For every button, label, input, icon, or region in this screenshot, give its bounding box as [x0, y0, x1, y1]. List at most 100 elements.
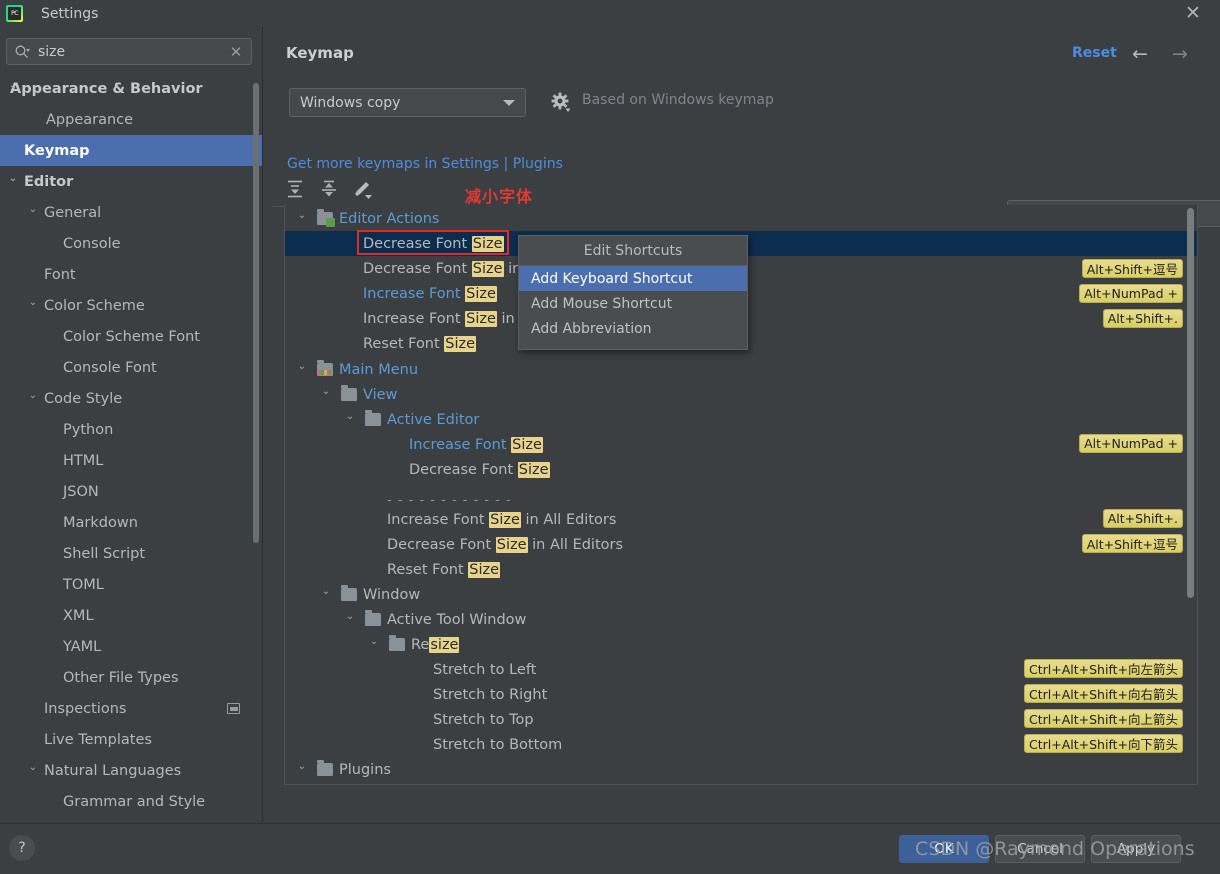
chevron-down-icon[interactable]: ⌄	[295, 762, 309, 772]
arrow-right-icon[interactable]: →	[1172, 43, 1188, 65]
search-match-highlight: Size	[489, 511, 521, 528]
shortcut-badge: Ctrl+Alt+Shift+向下箭头	[1024, 734, 1183, 753]
sidebar-item-keymap[interactable]: Keymap	[0, 135, 262, 166]
sidebar-item-label: Live Templates	[44, 731, 152, 748]
gear-icon[interactable]	[550, 91, 572, 113]
expand-all-icon[interactable]	[284, 178, 306, 200]
search-icon	[14, 44, 30, 60]
keymap-row-view[interactable]: ⌄ View	[285, 382, 1197, 407]
keymap-row-label: Resize	[411, 636, 460, 653]
keymap-row-label: Plugins	[339, 761, 391, 778]
sidebar-item-yaml[interactable]: YAML	[0, 631, 262, 662]
search-match-highlight: Size	[495, 536, 528, 553]
keymap-row-label: Stretch to Right	[433, 686, 548, 703]
sidebar-item-inspections[interactable]: Inspections	[0, 693, 262, 724]
close-icon[interactable]: ✕	[1180, 1, 1206, 25]
dialog-footer: ? OK Cancel Apply	[0, 823, 1220, 874]
clear-icon[interactable]: ✕	[225, 41, 247, 63]
cancel-button[interactable]: Cancel	[995, 835, 1085, 863]
shortcut-badge: Alt+Shift+逗号	[1081, 534, 1183, 553]
chevron-down-icon[interactable]: ⌄	[343, 612, 357, 622]
menu-item-add-mouse-shortcut[interactable]: Add Mouse Shortcut	[519, 291, 747, 316]
chevron-down-icon[interactable]: ⌄	[26, 763, 40, 773]
sidebar-item-python[interactable]: Python	[0, 414, 262, 445]
sidebar-item-xml[interactable]: XML	[0, 600, 262, 631]
keymap-row-main-menu[interactable]: ⌄ Main Menu	[285, 357, 1197, 382]
edit-shortcut-icon[interactable]	[352, 178, 374, 200]
apply-button-label: Apply	[1116, 841, 1156, 857]
chevron-down-icon[interactable]: ⌄	[343, 412, 357, 422]
keymap-row-label: Editor Actions	[339, 210, 440, 227]
sidebar-item-color-scheme-font[interactable]: Color Scheme Font	[0, 321, 262, 352]
based-on-label: Based on Windows keymap	[582, 92, 774, 108]
sidebar-item-console[interactable]: Console	[0, 228, 262, 259]
sidebar-item-json[interactable]: JSON	[0, 476, 262, 507]
folder-icon	[317, 209, 335, 227]
sidebar-item-html[interactable]: HTML	[0, 445, 262, 476]
sidebar-item-label: Editor	[24, 173, 74, 190]
keymap-row-label: Reset Font Size	[363, 335, 477, 352]
sidebar-item-grammar-and-style[interactable]: Grammar and Style	[0, 786, 262, 817]
chevron-down-icon[interactable]: ⌄	[6, 81, 20, 91]
sidebar-item-font[interactable]: Font	[0, 259, 262, 290]
apply-button[interactable]: Apply	[1091, 835, 1181, 863]
sidebar-item-appearance[interactable]: Appearance	[0, 104, 262, 135]
menu-item-label: Add Abbreviation	[531, 320, 652, 337]
keymap-row-active-editor[interactable]: ⌄ Active Editor	[285, 407, 1197, 432]
keymap-row-increase-font-size[interactable]: Increase Font Size	[285, 432, 1197, 457]
sidebar-scrollbar[interactable]	[253, 83, 259, 543]
chevron-down-icon[interactable]: ⌄	[6, 174, 20, 184]
sidebar-item-toml[interactable]: TOML	[0, 569, 262, 600]
collapse-all-icon[interactable]	[318, 178, 340, 200]
sidebar-item-live-templates[interactable]: Live Templates	[0, 724, 262, 755]
sidebar-item-other-file-types[interactable]: Other File Types	[0, 662, 262, 693]
sidebar-item-label: TOML	[63, 576, 104, 593]
keymap-row-decrease-font-size-in-all-editors[interactable]: Decrease Font Size in All Editors	[285, 532, 1197, 557]
keymap-row-label: Increase Font Size	[409, 436, 543, 453]
sidebar-search-box[interactable]: ✕	[6, 38, 252, 65]
chevron-down-icon[interactable]: ⌄	[26, 298, 40, 308]
keymap-row-editor-actions[interactable]: ⌄ Editor Actions	[285, 206, 1197, 231]
help-button[interactable]: ?	[9, 835, 35, 861]
chevron-down-icon[interactable]: ⌄	[26, 205, 40, 215]
chevron-down-icon[interactable]: ⌄	[367, 637, 381, 647]
keymap-row-reset-font-size[interactable]: Reset Font Size	[285, 557, 1197, 582]
ok-button[interactable]: OK	[899, 835, 989, 863]
sidebar-search-input[interactable]	[30, 42, 225, 61]
settings-dialog: PC Settings ✕ ✕ ⌄Appearance & BehaviorAp…	[0, 0, 1220, 874]
keymap-row-window[interactable]: ⌄ Window	[285, 582, 1197, 607]
keymap-row-resize[interactable]: ⌄ Resize	[285, 632, 1197, 657]
keymap-select[interactable]: Windows copy	[289, 88, 526, 117]
menu-item-add-abbreviation[interactable]: Add Abbreviation	[519, 316, 747, 341]
chevron-down-icon[interactable]: ⌄	[319, 387, 333, 397]
sidebar-tree: ⌄ Appearance & Behavior Appearance Keymap ⌄ E…	[0, 73, 262, 817]
keymap-row-plugins[interactable]: ⌄ Plugins	[285, 757, 1197, 782]
sidebar-item-appearance-behavior[interactable]: ⌄ Appearance & Behavior	[0, 73, 262, 104]
chevron-down-icon[interactable]: ⌄	[319, 587, 333, 597]
sidebar-item-console-font[interactable]: Console Font	[0, 352, 262, 383]
sidebar-item-shell-script[interactable]: Shell Script	[0, 538, 262, 569]
arrow-left-icon[interactable]: ←	[1132, 43, 1148, 65]
sidebar-item-color-scheme[interactable]: ⌄ Color Scheme	[0, 290, 262, 321]
reset-button[interactable]: Reset	[1072, 45, 1117, 61]
chevron-down-icon[interactable]: ⌄	[295, 362, 309, 372]
sidebar-item-label: Grammar and Style	[63, 793, 206, 810]
search-match-highlight: Size	[465, 285, 497, 302]
sidebar-item-natural-languages[interactable]: ⌄ Natural Languages	[0, 755, 262, 786]
keymap-row-decrease-font-size[interactable]: Decrease Font Size	[285, 457, 1197, 482]
sidebar-item-markdown[interactable]: Markdown	[0, 507, 262, 538]
keymap-tree-scrollbar[interactable]	[1187, 208, 1194, 598]
sidebar-item-editor[interactable]: ⌄ Editor	[0, 166, 262, 197]
sidebar-item-code-style[interactable]: ⌄ Code Style	[0, 383, 262, 414]
window-title: Settings	[41, 5, 99, 22]
pycharm-logo-icon: PC	[6, 5, 23, 22]
shortcut-badge: Alt+Shift+.	[1102, 509, 1183, 528]
menu-item-add-keyboard-shortcut[interactable]: Add Keyboard Shortcut	[519, 266, 747, 291]
keymap-row-label: Stretch to Bottom	[433, 736, 563, 753]
sidebar-item-general[interactable]: ⌄ General	[0, 197, 262, 228]
keymap-row-active-tool-window[interactable]: ⌄ Active Tool Window	[285, 607, 1197, 632]
chevron-down-icon[interactable]: ⌄	[26, 391, 40, 401]
chevron-down-icon	[503, 99, 515, 106]
sidebar-item-label: HTML	[63, 452, 104, 469]
chevron-down-icon[interactable]: ⌄	[295, 211, 309, 221]
